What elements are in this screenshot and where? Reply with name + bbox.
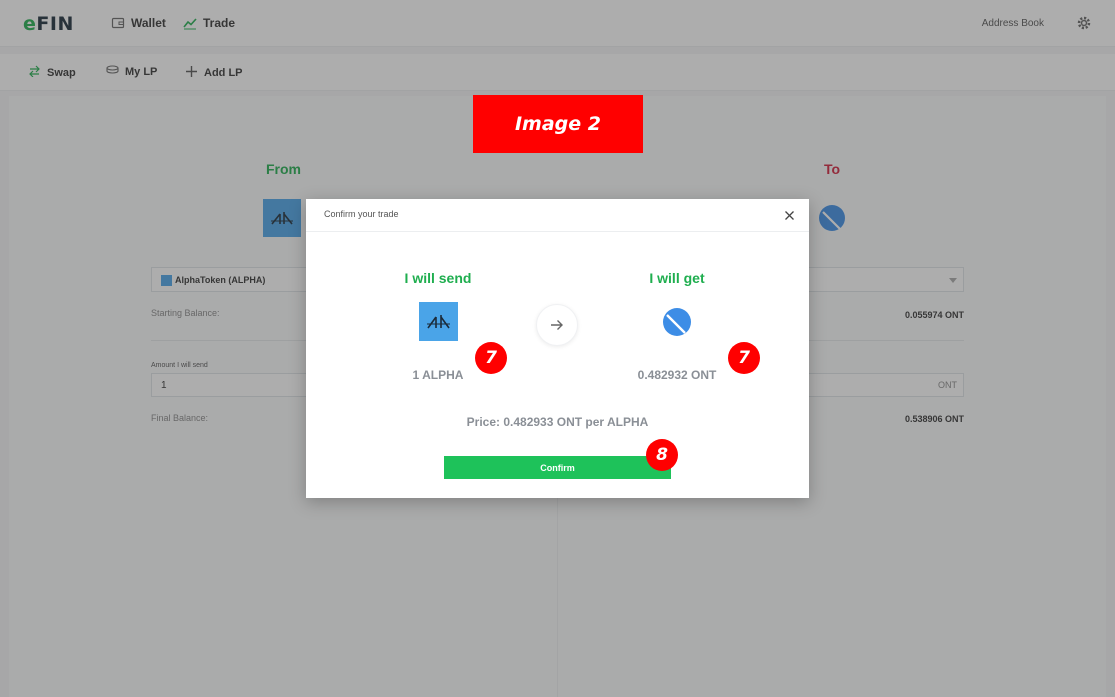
modal-title: Confirm your trade: [324, 209, 399, 219]
annotation-badge: 8: [646, 439, 678, 471]
ont-token-logo: [662, 307, 692, 337]
confirm-button[interactable]: Confirm: [444, 456, 671, 479]
arrow-right-icon: [536, 304, 578, 346]
annotation-badge: 7: [475, 342, 507, 374]
close-icon[interactable]: [784, 208, 795, 220]
get-heading: I will get: [649, 270, 705, 286]
send-heading: I will send: [404, 270, 472, 286]
annotation-badge: 7: [728, 342, 760, 374]
annotation-banner: Image 2: [473, 95, 643, 153]
get-amount: 0.482932 ONT: [637, 368, 717, 382]
alpha-token-logo: [419, 302, 458, 341]
modal-header-divider: [306, 231, 809, 232]
price-text: Price: 0.482933 ONT per ALPHA: [466, 415, 649, 429]
send-amount: 1 ALPHA: [412, 368, 464, 382]
